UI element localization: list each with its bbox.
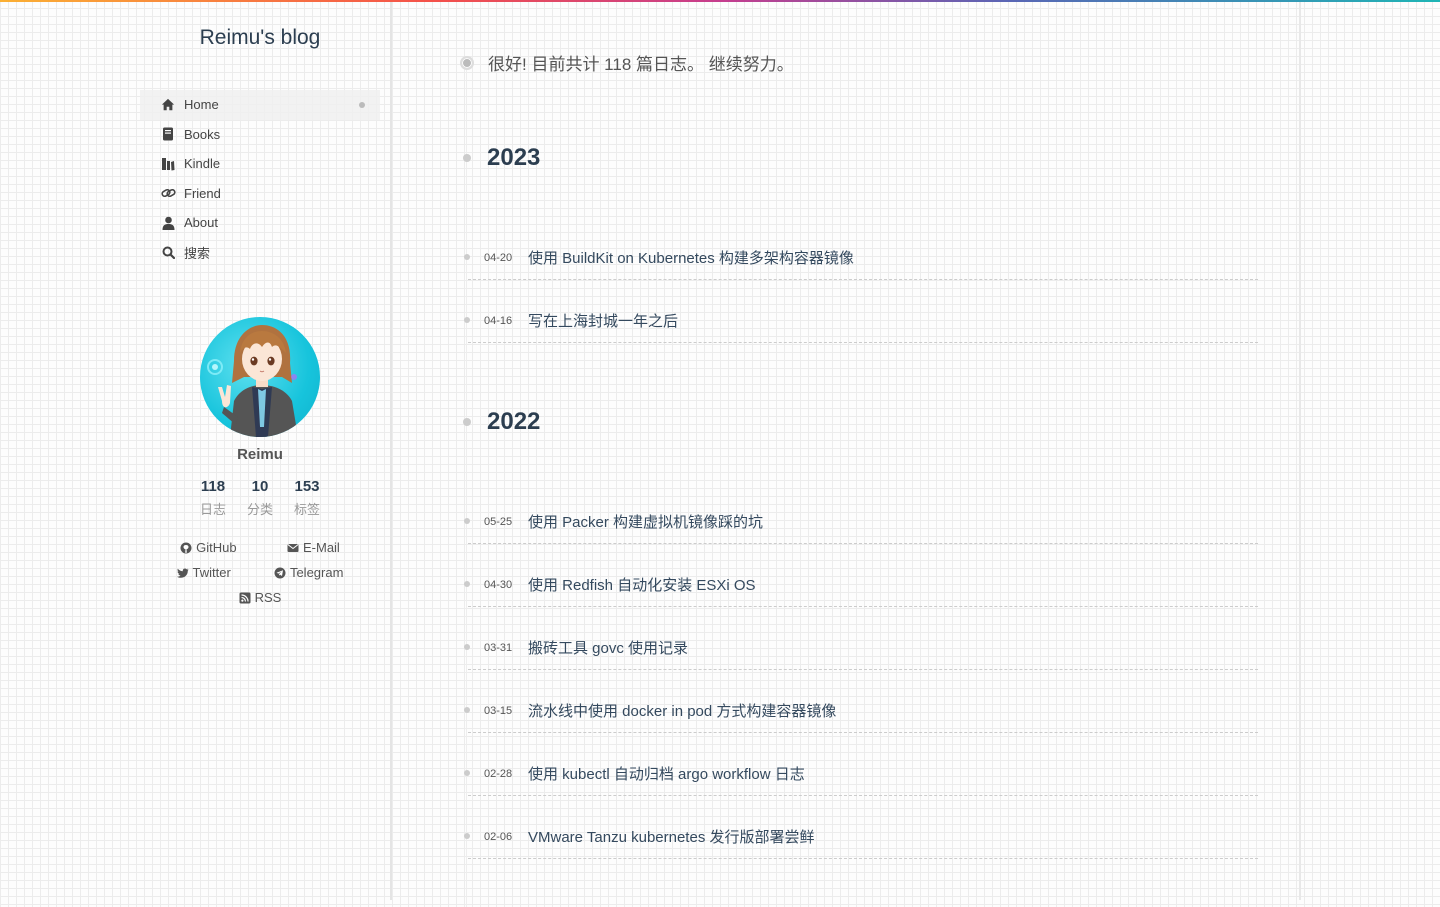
year-heading: 2023 [452,144,540,172]
timeline-dot [464,644,470,650]
post-title[interactable]: 使用 BuildKit on Kubernetes 构建多架构容器镜像 [528,247,854,268]
nav-item-books[interactable]: Books [140,120,380,150]
telegram-icon [274,567,286,578]
stat-label: 日志 [199,502,226,517]
post-date: 03-15 [484,705,513,717]
nav-item-about[interactable]: About [140,208,380,238]
archive-summary: 很好! 目前共计 118 篇日志。 继续努力。 [488,55,794,74]
post-date: 04-16 [484,315,513,327]
stat-categories[interactable]: 10 分类 [237,478,283,518]
nav-item-friend[interactable]: Friend [140,179,380,209]
link-label: GitHub [196,540,237,555]
post-title[interactable]: VMware Tanzu kubernetes 发行版部署尝鲜 [528,826,815,847]
active-indicator [359,102,365,108]
nav-label: Books [184,126,221,142]
telegram-link[interactable]: Telegram [274,565,343,580]
post-title[interactable]: 使用 Redfish 自动化安装 ESXi OS [528,574,756,595]
rss-icon [239,592,251,603]
nav-label: About [184,215,218,231]
link-label: Twitter [192,565,231,580]
github-icon [180,542,192,553]
timeline-dot [464,581,470,587]
post-title[interactable]: 使用 kubectl 自动归档 argo workflow 日志 [528,763,805,784]
timeline-dot [464,317,470,323]
sidebar: Reimu's blog Home Books Kindle Friend Ab… [0,2,390,900]
search-icon [160,244,176,260]
post-date: 03-31 [484,642,513,654]
nav-item-kindle[interactable]: Kindle [140,149,380,179]
timeline-dot [464,833,470,839]
archive-main: 很好! 目前共计 118 篇日志。 继续努力。 2023 04-20 使用 Bu… [392,2,1299,907]
author-name: Reimu [237,446,283,463]
nav-label: Kindle [184,156,221,172]
social-links: GitHub E-Mail Twitter Telegram RSS [155,535,365,610]
post-item[interactable]: 04-16 写在上海封城一年之后 [464,279,1258,343]
timeline-dot [464,707,470,713]
archive-intro: 很好! 目前共计 118 篇日志。 继续努力。 [452,50,794,75]
stat-number: 153 [294,478,320,495]
post-item[interactable]: 05-25 使用 Packer 构建虚拟机镜像踩的坑 [464,480,1258,544]
github-link[interactable]: GitHub [180,540,237,555]
nav-menu: Home Books Kindle Friend About 搜索 [140,90,380,267]
twitter-link[interactable]: Twitter [176,565,231,580]
timeline-dot [464,254,470,260]
rss-link[interactable]: RSS [239,590,282,605]
author-stats: 118 日志 10 分类 153 标签 [190,478,330,518]
stat-number: 118 [200,478,226,495]
post-title[interactable]: 使用 Packer 构建虚拟机镜像踩的坑 [528,511,763,532]
twitter-icon [176,568,189,578]
stat-label: 分类 [246,502,273,517]
envelope-icon [287,543,299,552]
nav-label: Home [184,97,219,113]
avatar-illustration [207,325,310,437]
link-label: Telegram [289,565,344,580]
timeline-line [466,57,467,907]
nav-label: 搜索 [184,245,211,261]
post-title[interactable]: 流水线中使用 docker in pod 方式构建容器镜像 [528,700,836,721]
link-icon [160,185,176,201]
year-label: 2023 [487,144,541,171]
post-date: 02-28 [484,768,513,780]
post-date: 04-20 [484,252,513,264]
post-item[interactable]: 03-31 搬砖工具 govc 使用记录 [464,606,1258,670]
post-date: 04-30 [484,579,513,591]
user-icon [160,215,176,231]
book-icon [160,126,176,142]
stat-label: 标签 [293,502,320,517]
kindle-icon [160,156,176,172]
year-heading: 2022 [452,408,540,436]
post-item[interactable]: 03-15 流水线中使用 docker in pod 方式构建容器镜像 [464,669,1258,733]
timeline-dot [463,154,471,162]
nav-label: Friend [184,185,221,201]
home-icon [160,97,176,113]
post-title[interactable]: 写在上海封城一年之后 [528,310,678,331]
stat-tags[interactable]: 153 标签 [284,478,330,518]
stat-number: 10 [251,478,269,495]
email-link[interactable]: E-Mail [287,540,340,555]
post-date: 05-25 [484,516,513,528]
post-title[interactable]: 搬砖工具 govc 使用记录 [528,637,688,658]
post-item[interactable]: 04-30 使用 Redfish 自动化安装 ESXi OS [464,543,1258,607]
link-label: E-Mail [302,540,340,555]
post-date: 02-06 [484,831,513,843]
content-divider [1299,2,1301,900]
timeline-dot [460,55,474,70]
avatar[interactable] [200,317,320,437]
timeline-dot [464,770,470,776]
stat-posts[interactable]: 118 日志 [190,478,236,518]
nav-item-home[interactable]: Home [140,90,380,120]
timeline-dot [463,418,471,426]
link-label: RSS [254,590,282,605]
nav-item-search[interactable]: 搜索 [140,238,380,268]
post-item[interactable]: 02-06 VMware Tanzu kubernetes 发行版部署尝鲜 [464,795,1258,859]
timeline-dot [464,518,470,524]
year-label: 2022 [487,408,541,435]
post-item[interactable]: 02-28 使用 kubectl 自动归档 argo workflow 日志 [464,732,1258,796]
post-item[interactable]: 04-20 使用 BuildKit on Kubernetes 构建多架构容器镜… [464,216,1258,280]
